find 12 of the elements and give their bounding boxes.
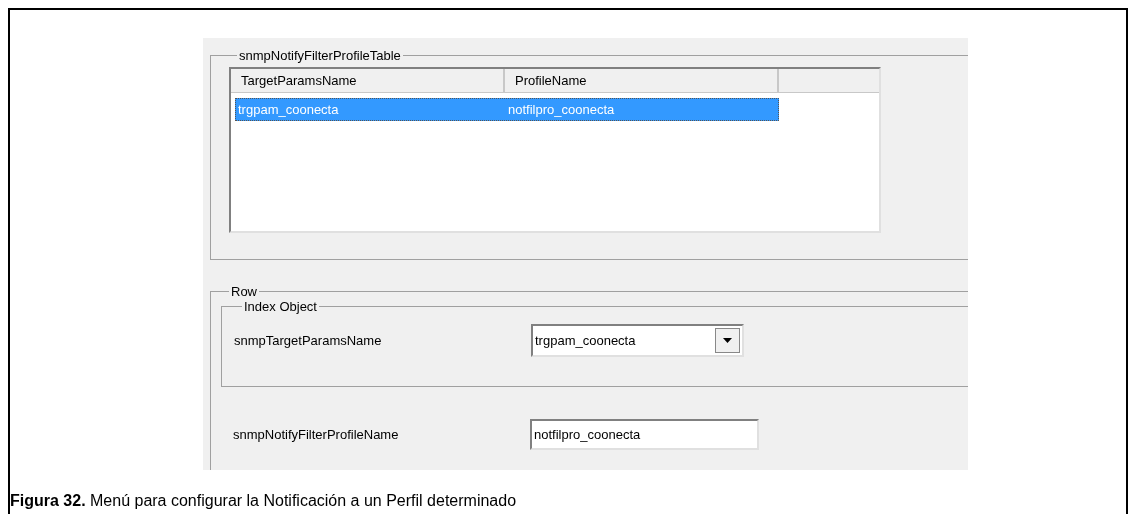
field-label: snmpNotifyFilterProfileName [233,427,400,442]
table-cell-text: notfilpro_coonecta [508,102,616,117]
figure-caption: Figura 32. Menú para configurar la Notificación a un Perfil determinado [10,492,518,510]
dropdown[interactable]: trgpam_coonecta [531,324,744,357]
group-title: snmpNotifyFilterProfileTable [238,48,402,63]
column-header[interactable]: ProfileName [505,69,779,93]
field-label: snmpTargetParamsName [234,333,383,348]
input-field[interactable]: notfilpro_coonecta [530,419,759,450]
table-cell-text: trgpam_coonecta [237,102,340,117]
group-title: Index Object [243,299,318,314]
column-header[interactable]: TargetParamsName [231,69,505,93]
group-title: Row [230,284,258,299]
